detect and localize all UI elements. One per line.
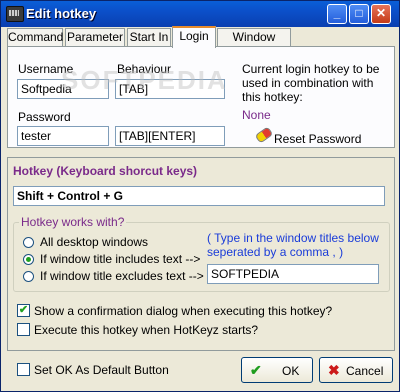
reset-password-button[interactable]: Reset Password bbox=[254, 126, 372, 148]
radio-all-windows-label: All desktop windows bbox=[40, 235, 149, 249]
cancel-button-label: Cancel bbox=[346, 364, 384, 378]
radio-title-excludes[interactable] bbox=[23, 271, 34, 282]
eraser-icon bbox=[254, 126, 274, 144]
tab-parameter[interactable]: Parameter bbox=[65, 28, 125, 46]
execute-on-start-checkbox[interactable] bbox=[17, 323, 30, 336]
tab-command[interactable]: Command bbox=[7, 28, 63, 46]
radio-all-windows[interactable] bbox=[23, 237, 34, 248]
window-title: Edit hotkey bbox=[26, 6, 97, 21]
hotkey-field[interactable]: Shift + Control + G bbox=[13, 186, 385, 206]
default-ok-checkbox[interactable] bbox=[17, 363, 30, 376]
username-field[interactable]: Softpedia bbox=[17, 79, 109, 99]
keyboard-app-icon bbox=[6, 6, 24, 22]
edit-hotkey-dialog: Edit hotkey _ □ ✕ Command Parameter Star… bbox=[0, 0, 400, 392]
minimize-icon: _ bbox=[333, 6, 341, 20]
tab-start-in[interactable]: Start In bbox=[127, 28, 171, 46]
password-field[interactable]: tester bbox=[17, 126, 109, 146]
login-info-text: Current login hotkey to be used in combi… bbox=[242, 62, 380, 104]
password-label: Password bbox=[18, 110, 71, 124]
current-login-hotkey: None bbox=[242, 108, 271, 122]
username-behaviour-field[interactable]: [TAB] bbox=[115, 79, 225, 99]
radio-title-excludes-label: If window title excludes text --> bbox=[40, 269, 204, 283]
checkmark-icon: ✔ bbox=[250, 362, 262, 378]
radio-title-includes-label: If window title includes text --> bbox=[40, 252, 201, 266]
maximize-button[interactable]: □ bbox=[349, 4, 369, 24]
hotkey-section-title: Hotkey (Keyboard shorcut keys) bbox=[13, 164, 198, 178]
title-filter-hint: ( Type in the window titles below sepera… bbox=[207, 231, 379, 259]
close-icon: ✕ bbox=[375, 6, 387, 20]
tab-login[interactable]: Login bbox=[172, 26, 216, 48]
password-behaviour-field[interactable]: [TAB][ENTER] bbox=[115, 126, 225, 146]
reset-password-label: Reset Password bbox=[274, 132, 362, 146]
title-filter-field[interactable]: SOFTPEDIA bbox=[207, 264, 379, 284]
execute-on-start-label: Execute this hotkey when HotKeyz starts? bbox=[34, 323, 259, 337]
ok-button[interactable]: ✔ OK bbox=[241, 357, 313, 383]
radio-title-includes[interactable] bbox=[23, 254, 34, 265]
confirm-dialog-label: Show a confirmation dialog when executin… bbox=[34, 304, 333, 318]
close-button[interactable]: ✕ bbox=[371, 4, 391, 24]
confirm-dialog-checkbox[interactable]: ✔ bbox=[17, 304, 30, 317]
minimize-button[interactable]: _ bbox=[327, 4, 347, 24]
default-ok-label: Set OK As Default Button bbox=[34, 363, 169, 377]
works-with-title: Hotkey works with? bbox=[19, 215, 127, 229]
maximize-icon: □ bbox=[355, 6, 363, 20]
title-bar[interactable]: Edit hotkey _ □ ✕ bbox=[1, 1, 399, 27]
username-label: Username bbox=[18, 62, 74, 76]
behaviour-label: Behaviour bbox=[117, 62, 172, 76]
cancel-x-icon: ✖ bbox=[328, 362, 340, 378]
tab-window-state[interactable]: Window State bbox=[217, 28, 291, 61]
ok-button-label: OK bbox=[282, 364, 300, 378]
cancel-button[interactable]: ✖ Cancel bbox=[319, 357, 393, 383]
